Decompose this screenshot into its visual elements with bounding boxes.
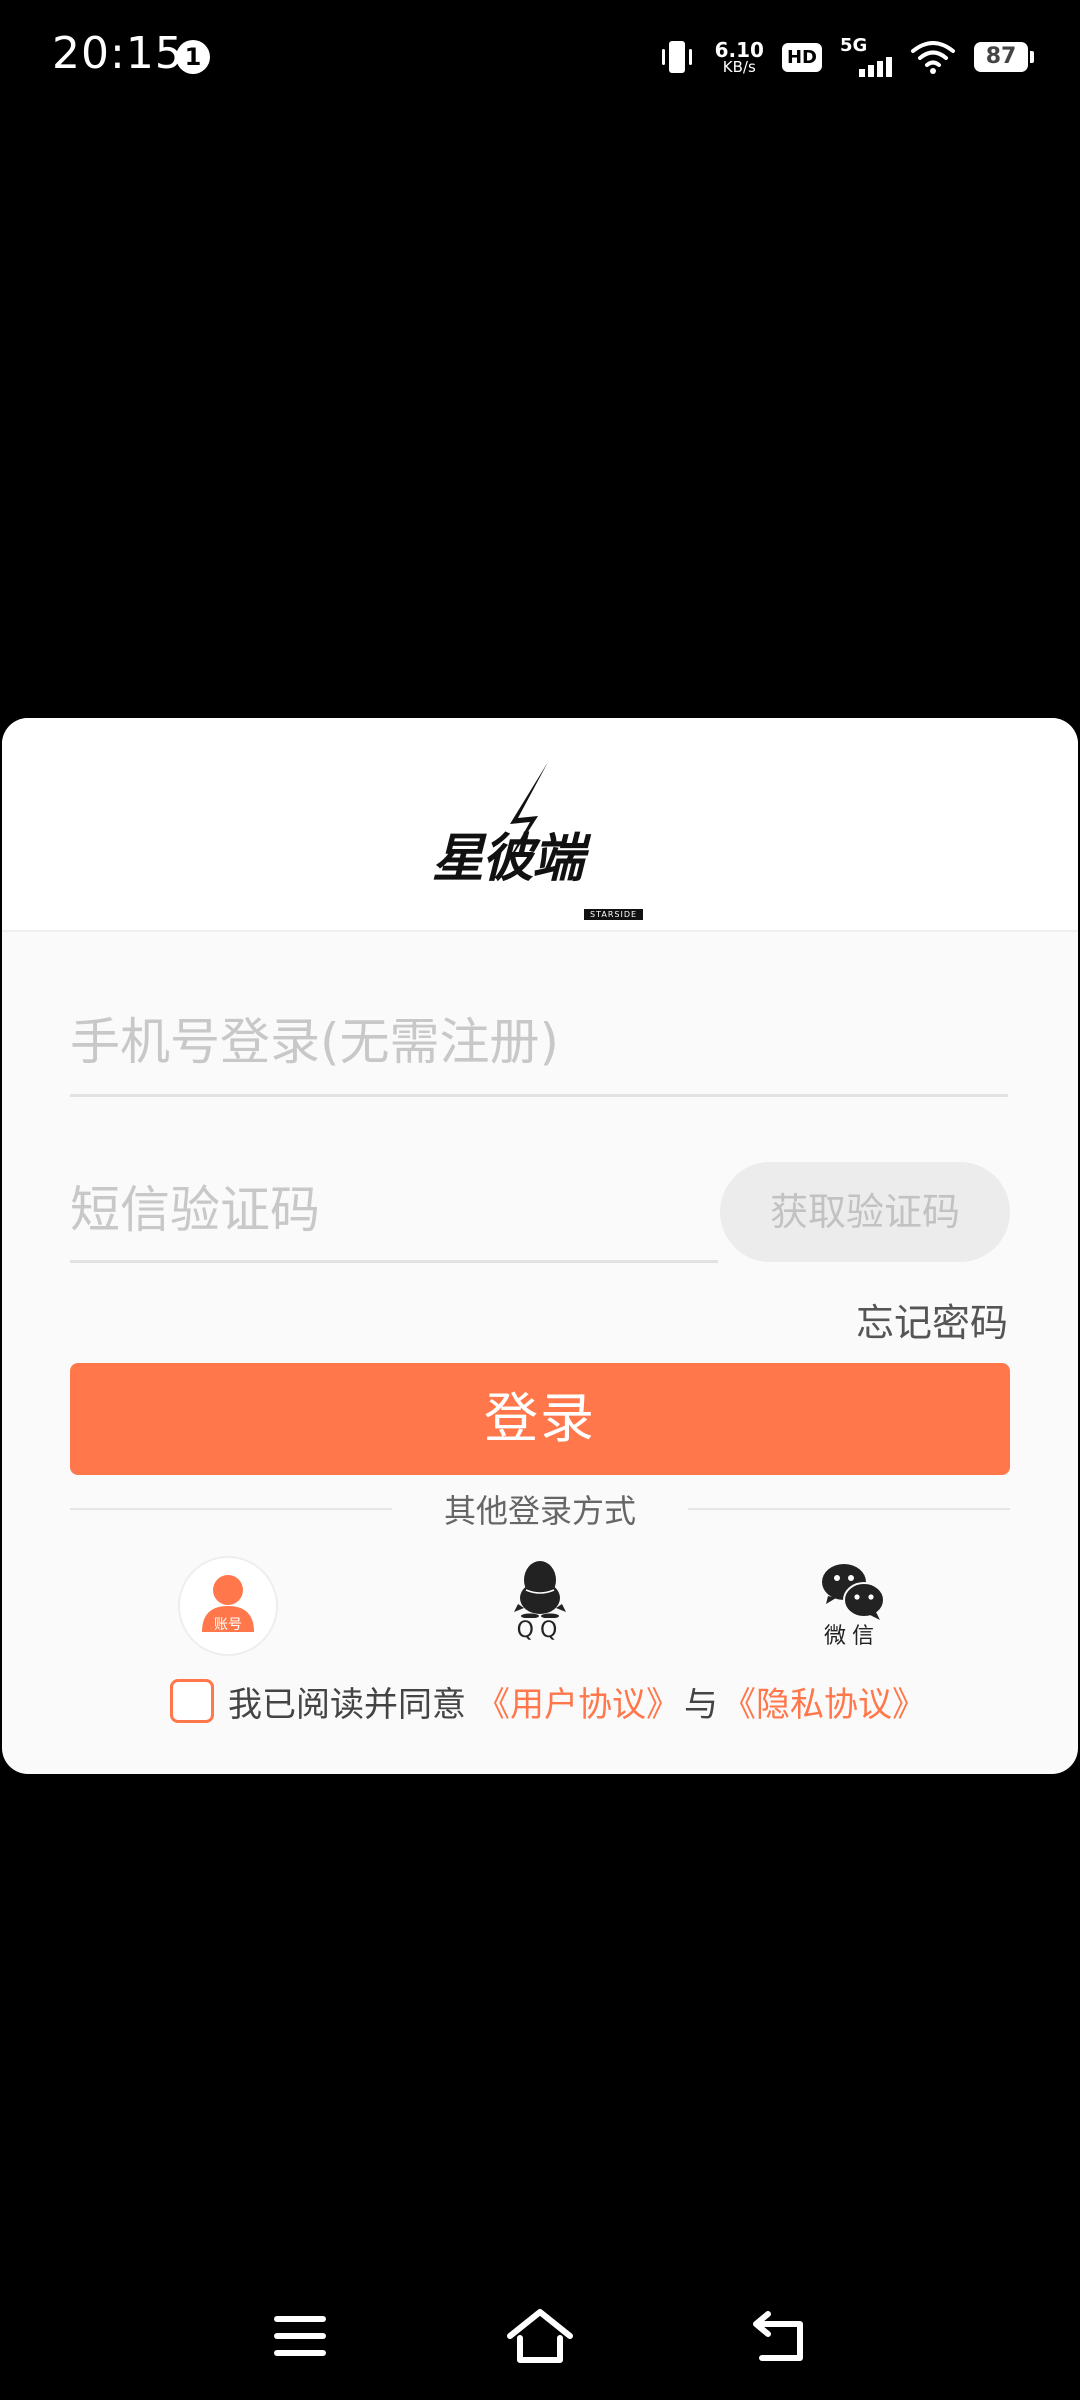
qq-icon [514, 1561, 566, 1618]
sms-code-input[interactable] [70, 1160, 718, 1263]
agree-checkbox[interactable] [170, 1679, 214, 1723]
net-speed-value: 6.10 [714, 37, 764, 62]
network-type: 5G [840, 35, 868, 56]
qq-login-button[interactable]: QQ [508, 1560, 572, 1660]
qq-label: QQ [516, 1618, 564, 1643]
login-button[interactable]: 登录 [70, 1363, 1010, 1475]
signal-bars-icon [859, 57, 892, 77]
notification-badge: 1 [176, 40, 210, 74]
account-login-button[interactable]: 账号 [178, 1556, 278, 1656]
account-label: 账号 [214, 1617, 242, 1633]
agreement-conjunction: 与 [684, 1684, 718, 1725]
vibrate-icon [661, 41, 692, 73]
agreement-row: 我已阅读并同意 《用户协议》 与 《隐私协议》 [170, 1676, 926, 1726]
cellular-signal: 5G [840, 35, 892, 77]
status-time: 20:15 [52, 28, 184, 79]
net-speed: 6.10 KB/s [715, 40, 764, 75]
wechat-icon [822, 1564, 885, 1620]
hd-badge: HD [781, 42, 822, 72]
wifi-icon [911, 41, 955, 74]
home-icon[interactable] [506, 2308, 574, 2364]
starside-logo: 星彼端 STARSIDE [432, 758, 652, 920]
net-speed-unit: KB/s [722, 57, 756, 76]
menu-icon[interactable] [274, 2314, 326, 2358]
wechat-login-button[interactable]: 微信 [812, 1562, 892, 1662]
privacy-policy-link[interactable]: 《隐私协议》 [722, 1677, 926, 1726]
divider-right [688, 1508, 1010, 1510]
card-header: 星彼端 STARSIDE [2, 718, 1078, 932]
user-agreement-link[interactable]: 《用户协议》 [476, 1677, 680, 1726]
forgot-password-link[interactable]: 忘记密码 [856, 1292, 1008, 1347]
back-icon[interactable] [752, 2310, 808, 2364]
navigation-bar [0, 2290, 1080, 2380]
wechat-label: 微信 [823, 1624, 880, 1649]
battery-indicator: 87 [974, 42, 1034, 72]
agreement-prefix: 我已阅读并同意 [228, 1684, 466, 1725]
get-code-button[interactable]: 获取验证码 [720, 1162, 1010, 1262]
status-icons: 6.10 KB/s HD 5G 87 [657, 34, 1034, 80]
logo-subtext: STARSIDE [584, 902, 644, 921]
logo-text: 星彼端 [432, 829, 584, 889]
phone-input[interactable] [70, 990, 1008, 1097]
status-bar: 20:15 1 6.10 KB/s HD 5G 87 [0, 0, 1080, 116]
